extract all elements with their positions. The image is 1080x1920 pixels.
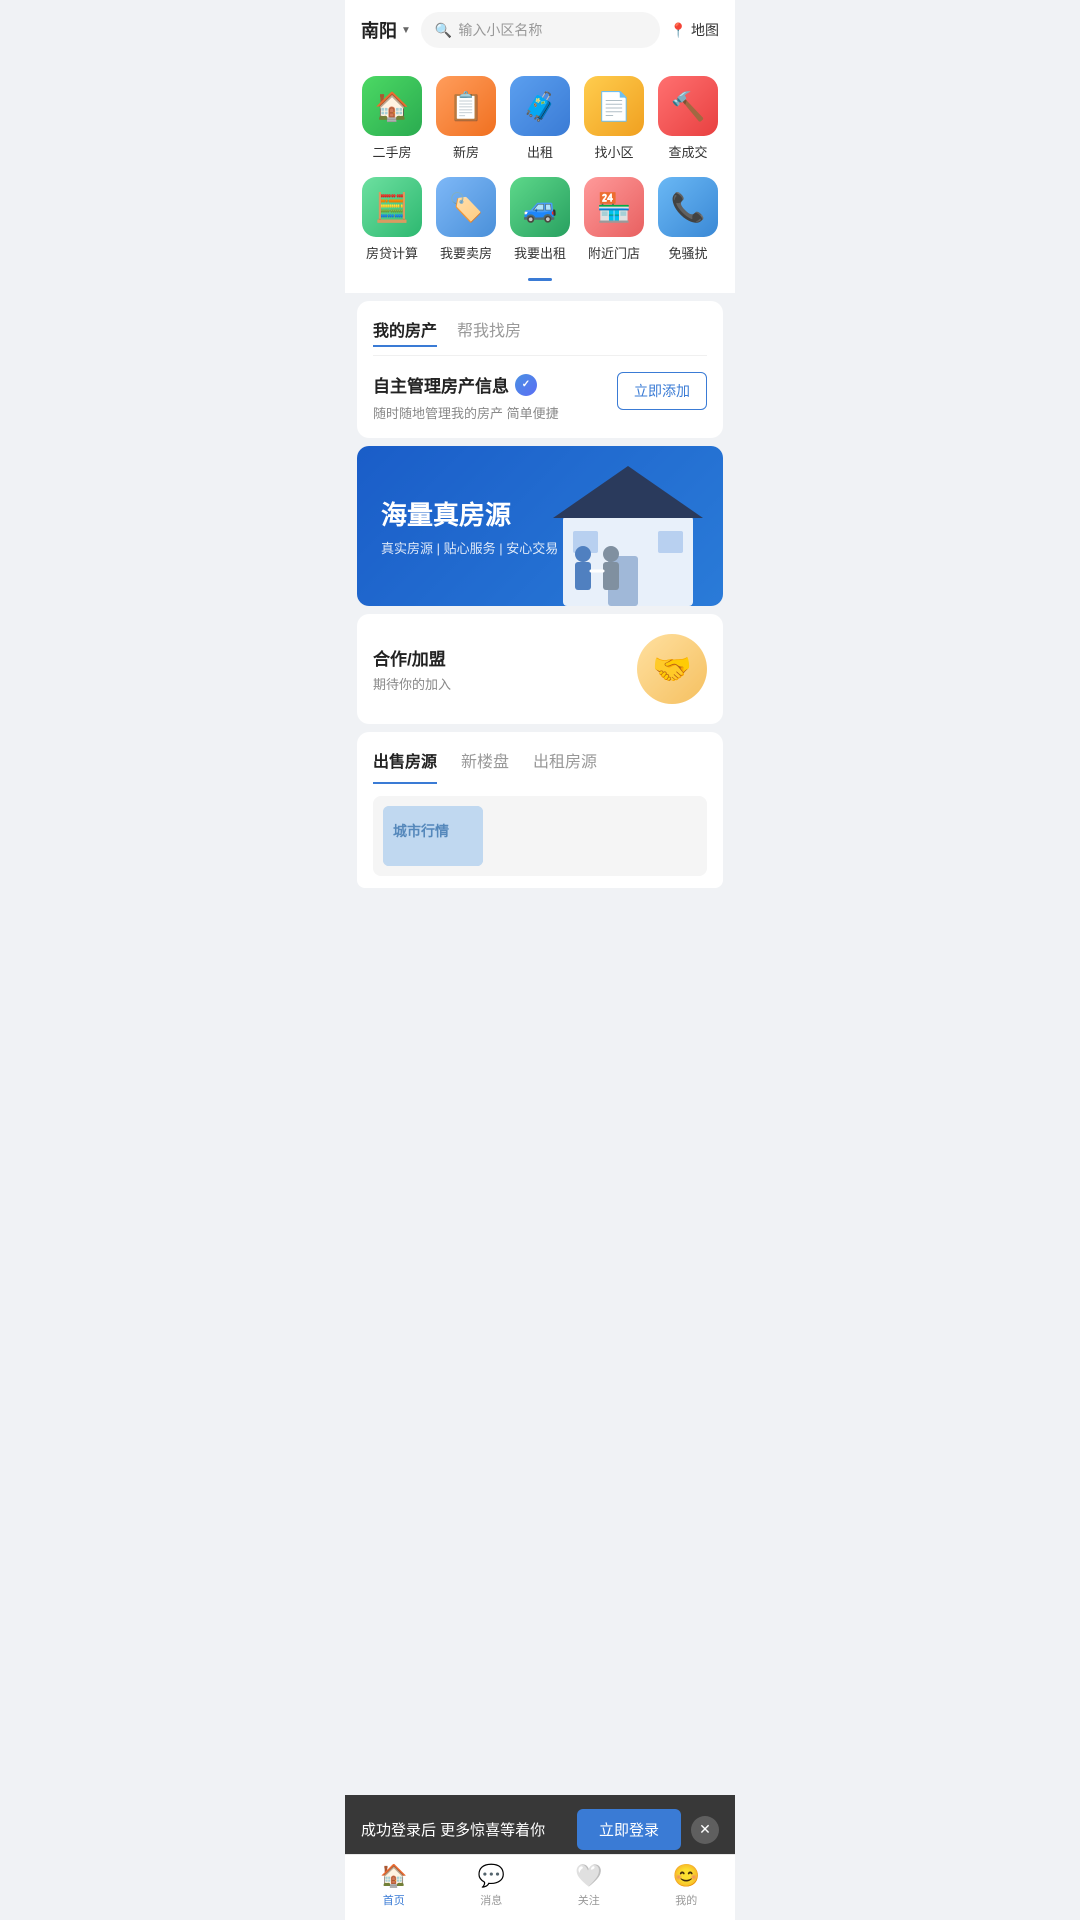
chat-icon: ✓ [515, 374, 537, 396]
banner[interactable]: 海量真房源 真实房源 | 贴心服务 | 安心交易 [357, 446, 723, 606]
icon-nodisturb-label: 免骚扰 [668, 243, 707, 262]
icon-sell-label: 我要卖房 [440, 243, 492, 262]
banner-title: 海量真房源 [381, 495, 558, 532]
search-bar[interactable]: 🔍 输入小区名称 [421, 12, 660, 48]
icon-sell[interactable]: 🏷️ 我要卖房 [436, 177, 496, 262]
property-text: 自主管理房产信息 ✓ 随时随地管理我的房产 简单便捷 [373, 372, 559, 422]
icon-nodisturb[interactable]: 📞 免骚扰 [658, 177, 718, 262]
follow-icon: 🤍 [575, 1863, 602, 1889]
search-icon: 🔍 [435, 22, 452, 39]
tab-find-house[interactable]: 帮我找房 [457, 317, 521, 347]
icon-secondhand-label: 二手房 [372, 142, 411, 161]
listing-card[interactable]: 城市行情 [373, 796, 707, 876]
icon-loan-label: 房贷计算 [366, 243, 418, 262]
icon-newhouse-label: 新房 [453, 142, 479, 161]
tab-forrent[interactable]: 出租房源 [533, 748, 597, 784]
banner-subtitle: 真实房源 | 贴心服务 | 安心交易 [381, 538, 558, 557]
main-icons-section: 🏠 二手房 📋 新房 🧳 出租 📄 找小区 🔨 查成交 🧮 [345, 60, 735, 293]
coop-text: 合作/加盟 期待你的加入 [373, 645, 451, 693]
icon-sellrent[interactable]: 🚙 我要出租 [510, 177, 570, 262]
icon-loan-bg: 🧮 [362, 177, 422, 237]
tab-my-property[interactable]: 我的房产 [373, 317, 437, 347]
nav-mine[interactable]: 😊 我的 [656, 1863, 716, 1908]
map-label: 地图 [691, 20, 719, 40]
icon-transaction-bg: 🔨 [658, 76, 718, 136]
search-placeholder: 输入小区名称 [458, 20, 542, 40]
nav-home-label: 首页 [383, 1892, 405, 1908]
city-name: 南阳 [361, 17, 397, 43]
main-icons-row: 🏠 二手房 📋 新房 🧳 出租 📄 找小区 🔨 查成交 [355, 76, 725, 161]
map-button[interactable]: 📍 地图 [670, 20, 719, 40]
sub-icons-row: 🧮 房贷计算 🏷️ 我要卖房 🚙 我要出租 🏪 附近门店 📞 免骚扰 [355, 177, 725, 262]
coop-subtitle: 期待你的加入 [373, 674, 451, 693]
property-tabs: 我的房产 帮我找房 [373, 317, 707, 356]
property-info: 自主管理房产信息 ✓ 随时随地管理我的房产 简单便捷 立即添加 [373, 372, 707, 422]
icon-nodisturb-bg: 📞 [658, 177, 718, 237]
login-button[interactable]: 立即登录 [577, 1809, 681, 1850]
coop-section[interactable]: 合作/加盟 期待你的加入 🤝 [357, 614, 723, 724]
nav-follow[interactable]: 🤍 关注 [559, 1863, 619, 1908]
icon-community-label: 找小区 [594, 142, 633, 161]
notify-text: 成功登录后 更多惊喜等着你 [361, 1819, 567, 1840]
listing-preview: 城市行情 [357, 784, 723, 888]
message-icon: 💬 [478, 1863, 505, 1889]
property-title: 自主管理房产信息 ✓ [373, 372, 559, 397]
icon-rent-label: 出租 [527, 142, 553, 161]
icon-secondhand[interactable]: 🏠 二手房 [362, 76, 422, 161]
property-section: 我的房产 帮我找房 自主管理房产信息 ✓ 随时随地管理我的房产 简单便捷 立即添… [357, 301, 723, 438]
notify-close-button[interactable]: ✕ [691, 1816, 719, 1844]
bottom-nav: 🏠 首页 💬 消息 🤍 关注 😊 我的 [345, 1854, 735, 1920]
header: 南阳 ▼ 🔍 输入小区名称 📍 地图 [345, 0, 735, 60]
icon-nearby-label: 附近门店 [588, 243, 640, 262]
icon-transaction-label: 查成交 [668, 142, 707, 161]
listings-tabs: 出售房源 新楼盘 出租房源 [373, 748, 707, 784]
coop-title: 合作/加盟 [373, 645, 451, 670]
city-selector[interactable]: 南阳 ▼ [361, 17, 411, 43]
tab-newbuilding[interactable]: 新楼盘 [461, 748, 509, 784]
svg-text:城市行情: 城市行情 [393, 823, 449, 839]
icon-newhouse-bg: 📋 [436, 76, 496, 136]
icon-newhouse[interactable]: 📋 新房 [436, 76, 496, 161]
map-icon: 📍 [670, 22, 687, 39]
city-arrow-icon: ▼ [401, 25, 411, 36]
icon-nearby-bg: 🏪 [584, 177, 644, 237]
icon-sellrent-label: 我要出租 [514, 243, 566, 262]
property-subtitle: 随时随地管理我的房产 简单便捷 [373, 403, 559, 422]
nav-message[interactable]: 💬 消息 [461, 1863, 521, 1908]
nav-follow-label: 关注 [578, 1892, 600, 1908]
icon-rent-bg: 🧳 [510, 76, 570, 136]
nav-mine-label: 我的 [675, 1892, 697, 1908]
mine-icon: 😊 [673, 1863, 700, 1889]
icon-sell-bg: 🏷️ [436, 177, 496, 237]
nav-home[interactable]: 🏠 首页 [364, 1863, 424, 1908]
icon-community-bg: 📄 [584, 76, 644, 136]
listings-header: 出售房源 新楼盘 出租房源 [357, 732, 723, 784]
indicator-dot [528, 278, 552, 281]
banner-text: 海量真房源 真实房源 | 贴心服务 | 安心交易 [357, 475, 582, 577]
icon-nearby[interactable]: 🏪 附近门店 [584, 177, 644, 262]
icon-community[interactable]: 📄 找小区 [584, 76, 644, 161]
nav-message-label: 消息 [480, 1892, 502, 1908]
listing-thumbnail: 城市行情 [383, 806, 483, 866]
icon-sellrent-bg: 🚙 [510, 177, 570, 237]
icon-secondhand-bg: 🏠 [362, 76, 422, 136]
icon-rent[interactable]: 🧳 出租 [510, 76, 570, 161]
coop-icon: 🤝 [637, 634, 707, 704]
home-icon: 🏠 [380, 1863, 407, 1889]
icon-transaction[interactable]: 🔨 查成交 [658, 76, 718, 161]
icon-loan[interactable]: 🧮 房贷计算 [362, 177, 422, 262]
tab-forsale[interactable]: 出售房源 [373, 748, 437, 784]
add-property-button[interactable]: 立即添加 [617, 372, 707, 410]
